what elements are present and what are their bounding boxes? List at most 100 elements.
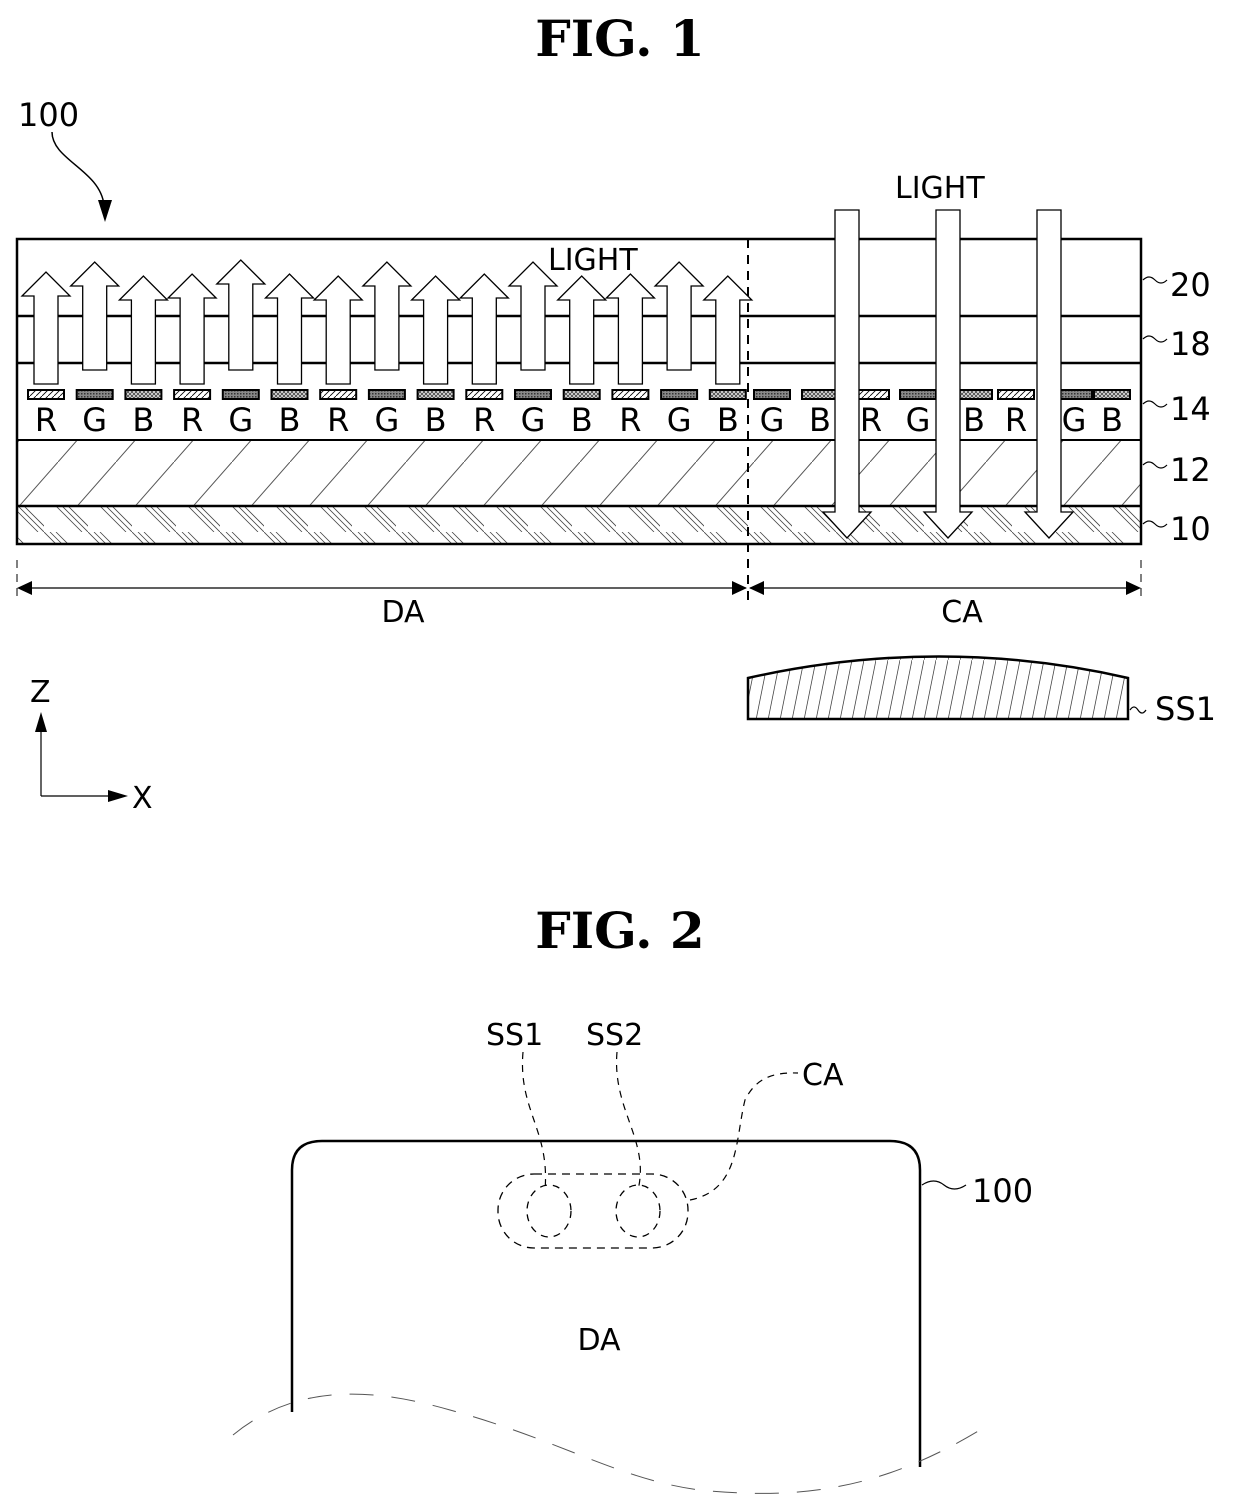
- camera-area-label: CA: [802, 1058, 844, 1093]
- pixel-letter: B: [717, 401, 739, 439]
- pixel-b: [416, 389, 455, 400]
- layer-ref-18: 18: [1142, 325, 1211, 363]
- pixel-letter: R: [619, 401, 641, 439]
- display-area-label: DA: [577, 1323, 621, 1358]
- pixel-b: [801, 389, 839, 400]
- sensor-ss1: [746, 655, 1130, 721]
- pixel-b: [708, 389, 747, 400]
- pixel-r: [173, 389, 212, 400]
- layer-ref-14: 14: [1142, 390, 1211, 428]
- da-region-label: DA: [381, 595, 425, 630]
- pixel-g: [221, 389, 260, 400]
- ss1-leader: [521, 1051, 547, 1191]
- light-up-arrow: [20, 271, 72, 385]
- pixel-letter: B: [809, 401, 831, 439]
- device-ref-label-fig2: 100: [972, 1172, 1033, 1210]
- figure-2-title: FIG. 2: [535, 901, 704, 960]
- light-up-arrow: [556, 275, 608, 385]
- layer-ref-20: 20: [1142, 266, 1211, 304]
- pixel-r: [611, 389, 650, 400]
- pixel-b: [955, 389, 993, 400]
- pixel-letter: G: [82, 401, 107, 439]
- pixel-letter: G: [1062, 401, 1087, 439]
- pixel-letter: B: [571, 401, 593, 439]
- pixel-letter: R: [1005, 401, 1027, 439]
- device-ref-label: 100: [18, 96, 79, 134]
- pixel-letter: R: [860, 401, 882, 439]
- pixel-letter: R: [35, 401, 57, 439]
- pixel-g: [514, 389, 552, 400]
- pixel-b: [562, 389, 601, 400]
- pixel-letter: B: [425, 401, 447, 439]
- pixel-letter: G: [667, 401, 692, 439]
- x-axis-arrowhead: [108, 790, 128, 802]
- pixel-r: [27, 389, 65, 400]
- pixel-letter: B: [279, 401, 301, 439]
- da-arrow-left: [17, 581, 32, 595]
- ss2-leader-line: [615, 1051, 641, 1191]
- ca-arrow-right: [1126, 581, 1141, 595]
- pixel-letter: B: [1101, 401, 1123, 439]
- pixel-letter: R: [473, 401, 495, 439]
- light-up-arrow: [702, 275, 754, 385]
- pixel-row: RGBRGBRGBRGBRGBGBRGBRGB: [27, 389, 1131, 439]
- ca-leader: [689, 1072, 799, 1201]
- pixel-letter: G: [906, 401, 931, 439]
- x-axis-label: X: [132, 781, 153, 816]
- pixel-g: [75, 389, 114, 400]
- pixel-g: [367, 389, 406, 400]
- layer-ref-12: 12: [1142, 451, 1211, 489]
- pixel-g: [660, 389, 699, 400]
- light-label-emitted: LIGHT: [548, 243, 638, 278]
- da-arrow-right: [732, 581, 747, 595]
- device-outline: [290, 1139, 922, 1467]
- layer-12-hatch: [17, 440, 1141, 506]
- pixel-letter: G: [375, 401, 400, 439]
- pixel-g: [753, 389, 791, 400]
- sensor-ss1-circle: [526, 1184, 572, 1238]
- figure-1: FIG. 1 100 RGBRGBRGBRGBRGBGBRGBRGB LIGHT…: [15, 9, 1216, 816]
- pixel-letter: G: [521, 401, 546, 439]
- pixel-g: [899, 389, 937, 400]
- light-up-arrow: [458, 273, 510, 385]
- ca-region-label: CA: [941, 595, 983, 630]
- patent-drawing: FIG. 1 100 RGBRGBRGBRGBRGBGBRGBRGB LIGHT…: [15, 9, 1216, 1494]
- pixel-letter: B: [132, 401, 154, 439]
- svg-text:14: 14: [1170, 390, 1211, 428]
- pixel-r: [319, 389, 358, 400]
- z-axis-label: Z: [30, 675, 51, 710]
- sensor-ss1-leader: [1129, 706, 1147, 714]
- device-ref-tilde: [921, 1180, 967, 1190]
- svg-text:20: 20: [1170, 266, 1211, 304]
- z-axis-arrowhead: [35, 712, 47, 732]
- device-break-line: [232, 1393, 981, 1494]
- light-up-arrow: [604, 273, 656, 385]
- sensor-ss1-label: SS1: [1155, 690, 1216, 728]
- light-up-arrow: [166, 273, 218, 385]
- pixel-b: [124, 389, 163, 400]
- svg-text:10: 10: [1170, 510, 1211, 548]
- pixel-letter: B: [963, 401, 985, 439]
- light-up-arrow: [312, 275, 364, 385]
- pixel-letter: R: [327, 401, 349, 439]
- light-label-incident: LIGHT: [895, 171, 985, 206]
- device-ref-leader: [51, 131, 105, 206]
- figure-1-title: FIG. 1: [535, 9, 704, 68]
- pixel-b: [270, 389, 309, 400]
- pixel-b: [1093, 389, 1131, 400]
- pixel-r: [465, 389, 504, 400]
- svg-text:12: 12: [1170, 451, 1211, 489]
- figure-2: FIG. 2 SS1 SS2 CA 100 DA: [232, 901, 1033, 1494]
- pixel-letter: G: [760, 401, 785, 439]
- device-ref-arrowhead: [98, 200, 112, 222]
- ss2-label: SS2: [586, 1018, 643, 1053]
- light-up-arrow: [117, 275, 169, 385]
- light-up-arrow: [410, 275, 462, 385]
- pixel-r: [997, 389, 1035, 400]
- light-up-arrow: [263, 273, 316, 385]
- sensor-ss2-circle: [615, 1184, 661, 1238]
- layer-ref-10: 10: [1142, 510, 1211, 548]
- pixel-letter: G: [228, 401, 253, 439]
- svg-text:18: 18: [1170, 325, 1211, 363]
- pixel-letter: R: [181, 401, 203, 439]
